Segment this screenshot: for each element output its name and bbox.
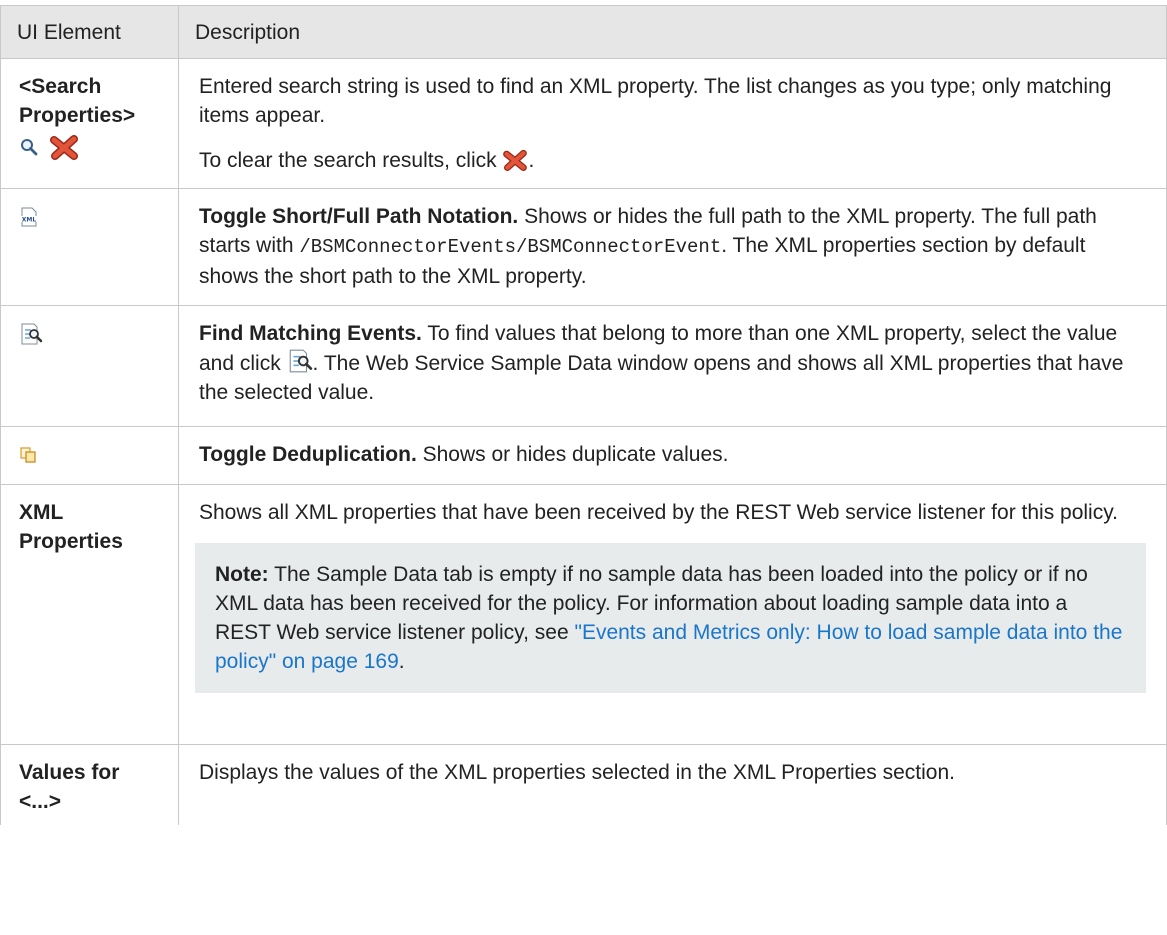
red-x-icon — [503, 149, 528, 171]
xml-properties-label: XML Properties — [19, 501, 123, 553]
description-cell: Shows all XML properties that have been … — [178, 484, 1167, 745]
description-cell: Find Matching Events. To find values tha… — [178, 305, 1167, 427]
xml-path-icon: XML — [21, 207, 37, 227]
find-matching-icon — [21, 323, 43, 345]
table-row: Toggle Deduplication. Shows or hides dup… — [0, 426, 1167, 485]
ui-element-cell: XML — [0, 188, 179, 306]
find-matching-title: Find Matching Events. — [199, 322, 422, 345]
table-row: XML Toggle Short/Full Path Notation. Sho… — [0, 188, 1167, 306]
ui-element-cell: <Search Properties> — [0, 58, 179, 189]
search-properties-label: <Search Properties> — [19, 75, 136, 127]
table-header-row: UI Element Description — [0, 5, 1167, 59]
ui-element-cell: Values for <...> — [0, 744, 179, 825]
search-description: Entered search string is used to find an… — [199, 75, 1112, 127]
header-ui-element: UI Element — [0, 5, 179, 59]
table-row: <Search Properties> Entered search strin… — [0, 58, 1167, 189]
header-description: Description — [178, 5, 1167, 59]
magnifier-icon — [21, 139, 38, 156]
description-cell: Toggle Short/Full Path Notation. Shows o… — [178, 188, 1167, 306]
clear-instruction: To clear the search results, click — [199, 149, 503, 172]
deduplication-icon — [20, 447, 36, 464]
find-matching-icon — [289, 349, 312, 373]
xml-properties-description: Shows all XML properties that have been … — [199, 501, 1118, 524]
red-x-icon — [49, 135, 78, 161]
values-for-label: Values for <...> — [19, 761, 120, 813]
toggle-path-title: Toggle Short/Full Path Notation. — [199, 205, 519, 228]
ui-element-cell — [0, 426, 179, 485]
note-box: Note: The Sample Data tab is empty if no… — [195, 543, 1146, 693]
path-code: /BSMConnectorEvents/BSMConnectorEvent — [299, 236, 722, 258]
table-row: XML Properties Shows all XML properties … — [0, 484, 1167, 745]
description-cell: Toggle Deduplication. Shows or hides dup… — [178, 426, 1167, 485]
table-row: Find Matching Events. To find values tha… — [0, 305, 1167, 427]
ui-element-cell — [0, 305, 179, 427]
table-row: Values for <...> Displays the values of … — [0, 744, 1167, 825]
svg-text:XML: XML — [22, 217, 37, 224]
ui-element-table: UI Element Description <Search Propertie… — [0, 5, 1167, 825]
values-for-description: Displays the values of the XML propertie… — [199, 761, 955, 784]
note-label: Note: — [215, 563, 269, 586]
description-cell: Entered search string is used to find an… — [178, 58, 1167, 189]
description-cell: Displays the values of the XML propertie… — [178, 744, 1167, 825]
ui-element-cell: XML Properties — [0, 484, 179, 745]
dedup-title: Toggle Deduplication. — [199, 443, 417, 466]
